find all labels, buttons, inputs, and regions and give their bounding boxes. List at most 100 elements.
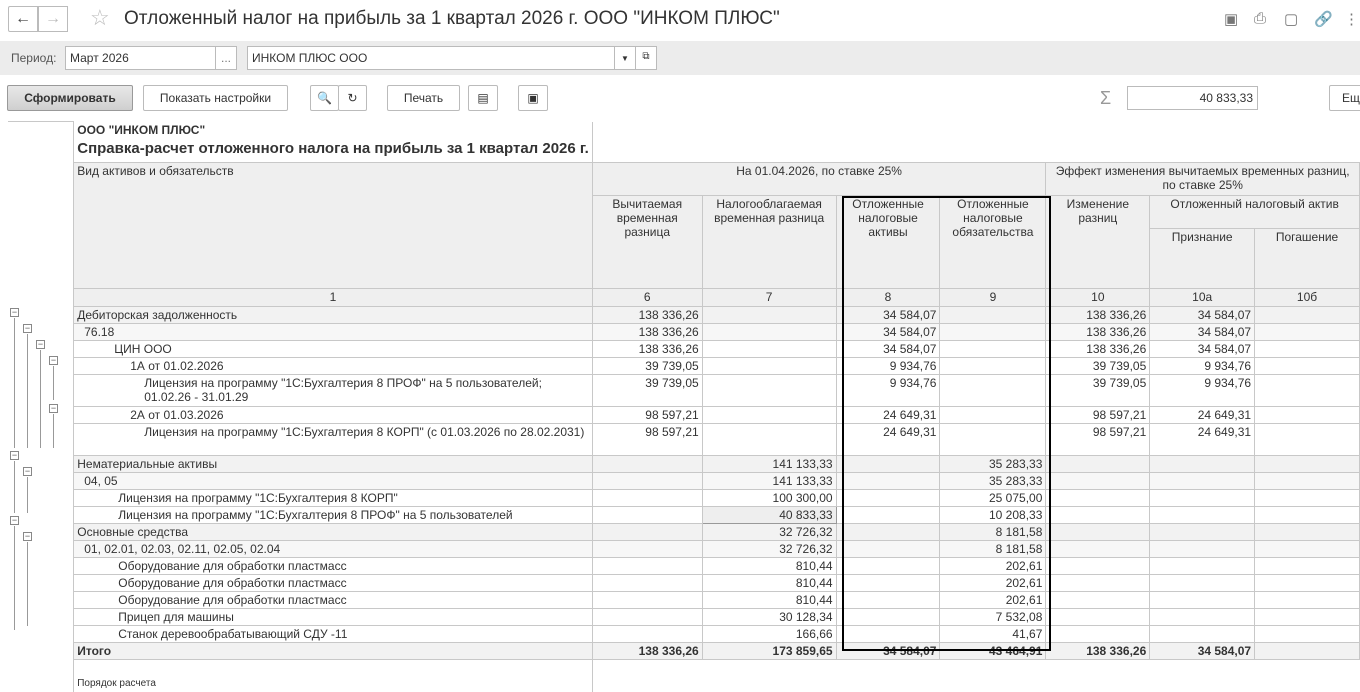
cell-value[interactable]: 9 934,76 xyxy=(835,357,941,375)
cell-value[interactable] xyxy=(835,455,941,473)
cell-value[interactable]: 202,61 xyxy=(939,591,1047,609)
cell-value[interactable] xyxy=(1254,374,1360,407)
cell-value[interactable]: 138 336,26 xyxy=(1045,340,1151,358)
cell-value[interactable] xyxy=(1149,540,1256,558)
cell-value[interactable] xyxy=(1254,523,1360,541)
cell-value[interactable]: 9 934,76 xyxy=(1149,357,1256,375)
cell-value[interactable]: 24 649,31 xyxy=(835,423,941,456)
more-menu-icon[interactable]: ⋮ xyxy=(1344,10,1359,28)
cell-value[interactable]: 138 336,26 xyxy=(591,306,703,324)
search-icon[interactable]: 🔍 xyxy=(310,85,339,111)
cell-value[interactable] xyxy=(1149,625,1256,643)
back-button[interactable]: ← xyxy=(8,6,38,32)
cell-value[interactable]: 98 597,21 xyxy=(591,406,703,424)
cell-value[interactable] xyxy=(1254,357,1360,375)
cell-value[interactable] xyxy=(939,306,1047,324)
cell-value[interactable] xyxy=(1045,523,1151,541)
cell-value[interactable]: 32 726,32 xyxy=(701,540,837,558)
cell-value[interactable] xyxy=(591,608,703,626)
collapse-icon[interactable]: − xyxy=(23,532,32,541)
cell-value[interactable] xyxy=(1045,574,1151,592)
cell-value[interactable] xyxy=(835,574,941,592)
cell-value[interactable]: 138 336,26 xyxy=(591,323,703,341)
cell-value[interactable] xyxy=(1045,540,1151,558)
cell-value[interactable] xyxy=(835,523,941,541)
cell-value[interactable] xyxy=(1254,489,1360,507)
cell-value[interactable] xyxy=(591,489,703,507)
cell-value[interactable]: 24 649,31 xyxy=(1149,406,1256,424)
cell-value[interactable]: 32 726,32 xyxy=(701,523,837,541)
cell-value[interactable] xyxy=(835,557,941,575)
search-refresh-icon[interactable]: ↻ xyxy=(338,85,367,111)
cell-value[interactable] xyxy=(1254,472,1360,490)
cell-value[interactable]: 10 208,33 xyxy=(939,506,1047,524)
cell-value[interactable] xyxy=(1149,506,1256,524)
save-icon[interactable]: ▣ xyxy=(1224,10,1238,28)
cell-value[interactable] xyxy=(591,540,703,558)
cell-value[interactable]: 8 181,58 xyxy=(939,540,1047,558)
cell-value[interactable] xyxy=(1045,608,1151,626)
cell-value[interactable]: 25 075,00 xyxy=(939,489,1047,507)
period-select-button[interactable]: ... xyxy=(215,46,237,70)
cell-value[interactable]: 202,61 xyxy=(939,557,1047,575)
collapse-icon[interactable]: − xyxy=(23,467,32,476)
cell-value[interactable]: 34 584,07 xyxy=(1149,306,1256,324)
cell-value[interactable]: 138 336,26 xyxy=(591,340,703,358)
show-settings-button[interactable]: Показать настройки xyxy=(143,85,288,111)
cell-value[interactable]: 810,44 xyxy=(701,557,837,575)
cell-value[interactable]: 34 584,07 xyxy=(835,306,941,324)
cell-value[interactable] xyxy=(1045,625,1151,643)
cell-value[interactable] xyxy=(591,557,703,575)
cell-value[interactable] xyxy=(701,406,837,424)
cell-value[interactable] xyxy=(1045,489,1151,507)
cell-value[interactable]: 98 597,21 xyxy=(1045,406,1151,424)
collapse-icon[interactable]: − xyxy=(49,404,58,413)
cell-value[interactable]: 39 739,05 xyxy=(1045,357,1151,375)
cell-value[interactable]: 34 584,07 xyxy=(835,340,941,358)
cell-value[interactable]: 39 739,05 xyxy=(591,374,703,407)
collapse-icon[interactable]: − xyxy=(10,516,19,525)
cell-value[interactable]: 34 584,07 xyxy=(1149,340,1256,358)
cell-value[interactable] xyxy=(1149,472,1256,490)
print-icon[interactable]: ⎙ xyxy=(1254,10,1266,27)
cell-value[interactable]: 9 934,76 xyxy=(835,374,941,407)
favorite-star-icon[interactable]: ☆ xyxy=(90,5,110,31)
cell-value[interactable]: 39 739,05 xyxy=(591,357,703,375)
cell-value[interactable] xyxy=(701,306,837,324)
cell-value[interactable]: 40 833,33 xyxy=(701,506,837,524)
cell-value[interactable] xyxy=(835,608,941,626)
dropdown-icon[interactable]: ▼ xyxy=(614,46,636,70)
cell-value[interactable]: 30 128,34 xyxy=(701,608,837,626)
collapse-icon[interactable]: − xyxy=(49,356,58,365)
cell-value[interactable] xyxy=(591,523,703,541)
cell-value[interactable] xyxy=(835,591,941,609)
cell-value[interactable] xyxy=(1254,406,1360,424)
cell-value[interactable] xyxy=(835,506,941,524)
cell-value[interactable] xyxy=(591,591,703,609)
cell-value[interactable]: 138 336,26 xyxy=(1045,323,1151,341)
cell-value[interactable] xyxy=(1254,591,1360,609)
cell-value[interactable] xyxy=(835,489,941,507)
cell-value[interactable] xyxy=(1254,506,1360,524)
cell-value[interactable] xyxy=(939,340,1047,358)
cell-value[interactable]: 141 133,33 xyxy=(701,472,837,490)
cell-value[interactable] xyxy=(701,340,837,358)
cell-value[interactable] xyxy=(1254,557,1360,575)
cell-value[interactable]: 138 336,26 xyxy=(1045,306,1151,324)
cell-value[interactable]: 202,61 xyxy=(939,574,1047,592)
cell-value[interactable] xyxy=(1045,591,1151,609)
cell-value[interactable] xyxy=(1045,455,1151,473)
cell-value[interactable] xyxy=(701,323,837,341)
cell-value[interactable]: 24 649,31 xyxy=(835,406,941,424)
period-input[interactable]: Март 2026 xyxy=(65,46,216,70)
link-icon[interactable]: 🔗 xyxy=(1314,10,1333,28)
cell-value[interactable]: 100 300,00 xyxy=(701,489,837,507)
cell-value[interactable] xyxy=(835,540,941,558)
cell-value[interactable]: 41,67 xyxy=(939,625,1047,643)
generate-button[interactable]: Сформировать xyxy=(7,85,133,111)
cell-value[interactable]: 35 283,33 xyxy=(939,472,1047,490)
cell-value[interactable] xyxy=(1254,306,1360,324)
collapse-icon[interactable]: − xyxy=(10,308,19,317)
cell-value[interactable]: 34 584,07 xyxy=(835,323,941,341)
cell-value[interactable]: 98 597,21 xyxy=(591,423,703,456)
